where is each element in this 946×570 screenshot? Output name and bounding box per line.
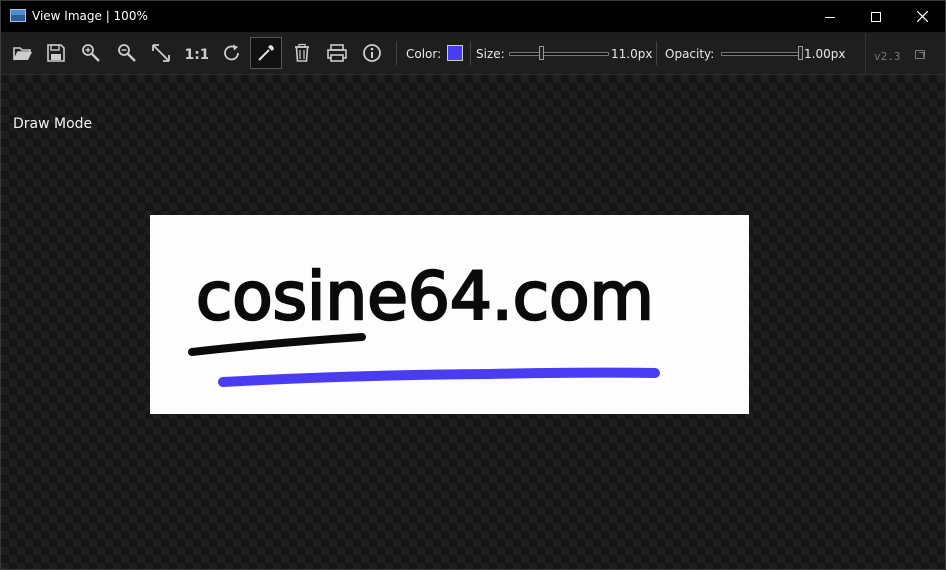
toolbar-separator [396,41,397,65]
black-underline-stroke [188,333,366,356]
fit-window-icon [152,44,170,62]
image-text-main: cosine64.com [196,258,654,335]
displayed-image[interactable]: cosine64.com [150,215,749,414]
size-label: Size: [476,47,505,61]
color-swatch[interactable] [447,45,463,61]
fit-window-button[interactable] [145,37,177,69]
minimize-icon [825,16,835,18]
zoom-in-button[interactable] [75,37,107,69]
toolbar: 1:1 Color: Size: 11.0px Opacity: 1.00px … [1,33,945,75]
view-image-window: View Image | 100% 1:1 Color: Size: 11.0p… [0,0,946,570]
rotate-button[interactable] [216,37,248,69]
opacity-label: Opacity: [665,47,715,61]
blue-underline-stroke [218,367,660,387]
size-slider[interactable] [509,46,609,60]
trash-icon [295,43,309,62]
rotate-icon [224,44,239,61]
maximize-button[interactable] [853,1,899,32]
size-slider-thumb[interactable] [539,46,544,60]
window-title: View Image | 100% [32,9,148,23]
opacity-slider[interactable] [721,46,803,60]
open-icon [13,47,32,61]
version-label: v2.3 [874,50,901,63]
close-button[interactable] [899,1,945,32]
size-slider-track [509,52,609,56]
opacity-slider-track [721,52,803,56]
app-icon [10,9,26,22]
zoom-out-button[interactable] [111,37,143,69]
color-label: Color: [406,47,442,61]
actual-size-button[interactable]: 1:1 [181,37,213,69]
opacity-slider-thumb[interactable] [798,46,803,60]
close-icon [916,11,928,22]
info-button[interactable] [356,37,388,69]
size-value: 11.0px [611,47,653,61]
toolbar-separator [865,33,866,74]
eyedropper-button[interactable] [250,37,282,69]
minimize-button[interactable] [807,1,853,32]
image-content: cosine64.com [188,257,660,387]
svg-text:1:1: 1:1 [186,47,208,63]
zoom-in-icon [82,44,100,62]
save-icon [47,44,65,62]
mode-label: Draw Mode [13,116,93,132]
print-button[interactable] [321,37,353,69]
actual-size-icon: 1:1 [186,47,208,63]
print-icon [327,44,347,62]
opacity-value: 1.00px [804,47,846,61]
save-button[interactable] [40,37,72,69]
title-bar[interactable]: View Image | 100% [1,1,945,32]
info-icon [363,44,381,62]
image-text: cosine64.com [196,258,654,335]
image-canvas[interactable]: Draw Mode cosine64.com [1,75,945,569]
delete-button[interactable] [286,37,318,69]
eyedropper-icon [258,45,274,61]
popout-icon[interactable] [915,50,925,59]
toolbar-separator [656,41,657,65]
open-button[interactable] [7,37,39,69]
toolbar-separator [470,41,471,65]
maximize-icon [871,11,881,22]
zoom-out-icon [118,44,136,62]
